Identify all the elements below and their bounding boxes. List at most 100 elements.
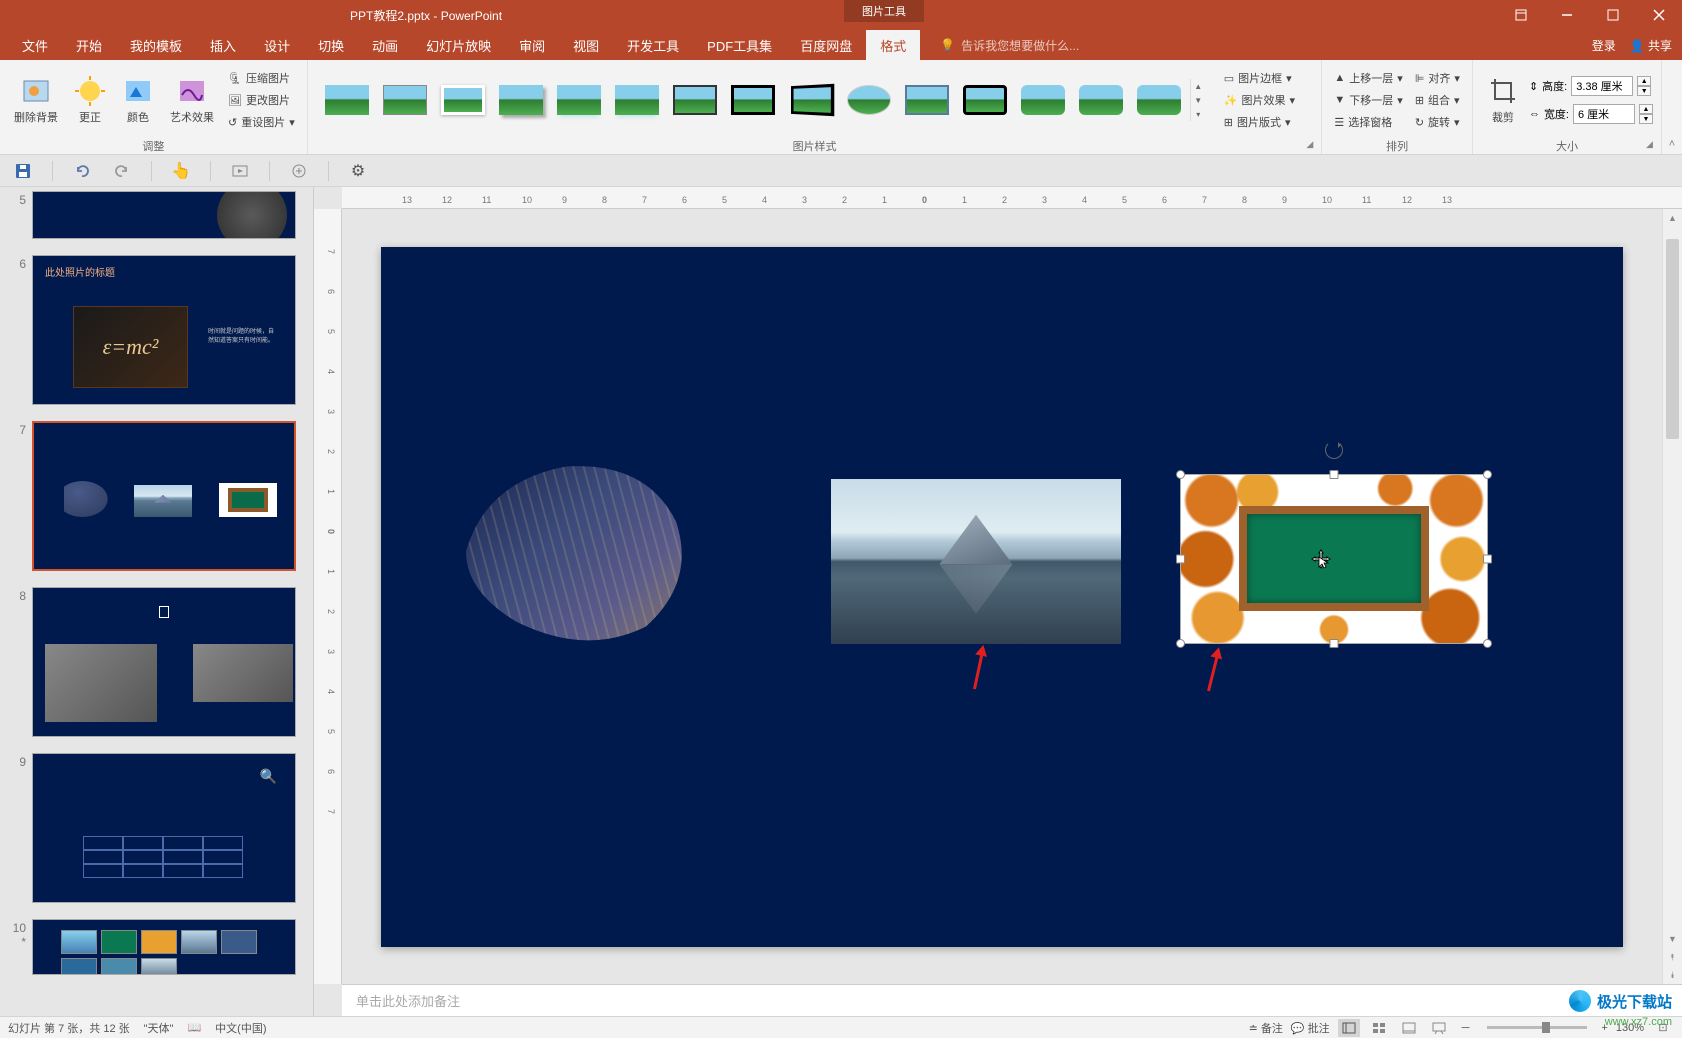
resize-handle-ne[interactable] [1483, 470, 1492, 479]
maximize-button[interactable] [1590, 0, 1636, 30]
tab-slideshow[interactable]: 幻灯片放映 [412, 30, 505, 60]
change-picture-button[interactable]: 🖼更改图片 [224, 90, 299, 110]
comments-toggle[interactable]: 💬 批注 [1291, 1020, 1330, 1036]
picture-border-button[interactable]: ▭图片边框 ▾ [1220, 68, 1299, 88]
tab-format[interactable]: 格式 [866, 30, 920, 60]
bring-forward-button[interactable]: ▲上移一层 ▾ [1330, 68, 1406, 88]
picture-style-14[interactable] [1074, 79, 1128, 121]
undo-button[interactable] [71, 160, 93, 182]
normal-view-button[interactable] [1338, 1019, 1360, 1037]
picture-style-12[interactable] [958, 79, 1012, 121]
tab-animations[interactable]: 动画 [358, 30, 412, 60]
login-link[interactable]: 登录 [1592, 37, 1616, 54]
thumbnail-slide-7[interactable]: 7 [0, 417, 313, 583]
tab-insert[interactable]: 插入 [196, 30, 250, 60]
width-input[interactable] [1573, 104, 1635, 124]
gallery-scroll-down[interactable]: ▼ [1191, 93, 1206, 107]
thumbnail-slide-5[interactable]: 5 [0, 191, 313, 251]
tab-mytemplates[interactable]: 我的模板 [116, 30, 196, 60]
picture-style-7[interactable] [668, 79, 722, 121]
reading-view-button[interactable] [1398, 1019, 1420, 1037]
zoom-slider[interactable] [1487, 1026, 1587, 1029]
resize-handle-se[interactable] [1483, 639, 1492, 648]
thumb-canvas[interactable] [32, 587, 296, 737]
share-button[interactable]: 👤 共享 [1630, 37, 1672, 54]
picture-style-11[interactable] [900, 79, 954, 121]
gallery-scroll-up[interactable]: ▲ [1191, 79, 1206, 93]
slide-image-city[interactable] [466, 462, 696, 642]
thumbnail-slide-6[interactable]: 6 此处照片的标题 ε=mc² 时间就是问题的时候，自然知道答案只有时间能。 [0, 251, 313, 417]
thumb-canvas[interactable] [32, 191, 296, 239]
sorter-view-button[interactable] [1368, 1019, 1390, 1037]
width-up[interactable]: ▲ [1639, 104, 1653, 114]
tab-home[interactable]: 开始 [62, 30, 116, 60]
picture-style-6[interactable] [610, 79, 664, 121]
prev-slide[interactable]: ⯭ [1663, 948, 1682, 966]
scroll-up[interactable]: ▲ [1663, 209, 1682, 227]
resize-handle-n[interactable] [1330, 470, 1339, 479]
picture-style-8[interactable] [726, 79, 780, 121]
thumbnail-slide-9[interactable]: 9 🔍 [0, 749, 313, 915]
slide-thumbnails-panel[interactable]: 5 6 此处照片的标题 ε=mc² 时间就是问题的时候，自然知道答案只有时间能。… [0, 187, 314, 1016]
picture-style-15[interactable] [1132, 79, 1186, 121]
crop-button[interactable]: 裁剪 [1481, 73, 1525, 127]
resize-handle-sw[interactable] [1176, 639, 1185, 648]
tab-review[interactable]: 审阅 [505, 30, 559, 60]
slideshow-view-button[interactable] [1428, 1019, 1450, 1037]
tab-pdftools[interactable]: PDF工具集 [693, 30, 786, 60]
notes-toggle[interactable]: ≐ 备注 [1249, 1020, 1283, 1036]
collapse-ribbon-button[interactable]: ˄ [1662, 60, 1682, 154]
tab-baidu[interactable]: 百度网盘 [786, 30, 866, 60]
notes-pane[interactable]: 单击此处添加备注 [342, 984, 1682, 1016]
picture-style-5[interactable] [552, 79, 606, 121]
rotate-button[interactable]: ↻旋转 ▾ [1411, 112, 1464, 132]
slide-image-mountain[interactable] [831, 479, 1121, 644]
slide-counter[interactable]: 幻灯片 第 7 张，共 12 张 [8, 1020, 130, 1036]
picture-style-4[interactable] [494, 79, 548, 121]
tell-me-search[interactable]: 💡 告诉我您想要做什么... [940, 30, 1079, 60]
height-input[interactable] [1571, 76, 1633, 96]
group-button[interactable]: ⊞组合 ▾ [1411, 90, 1464, 110]
picture-style-1[interactable] [320, 79, 374, 121]
scroll-down[interactable]: ▼ [1663, 930, 1682, 948]
align-button[interactable]: ⊫对齐 ▾ [1411, 68, 1464, 88]
picture-style-10[interactable] [842, 79, 896, 121]
slide-image-chalkboard-selected[interactable] [1181, 475, 1487, 643]
thumb-canvas[interactable] [32, 421, 296, 571]
send-backward-button[interactable]: ▼下移一层 ▾ [1330, 90, 1406, 110]
color-button[interactable]: 颜色 [116, 73, 160, 127]
thumbnail-slide-10[interactable]: 10* [0, 915, 313, 987]
redo-button[interactable] [111, 160, 133, 182]
picture-style-3[interactable] [436, 79, 490, 121]
picture-effects-button[interactable]: ✨图片效果 ▾ [1220, 90, 1299, 110]
tab-developer[interactable]: 开发工具 [613, 30, 693, 60]
thumb-canvas[interactable] [32, 919, 296, 975]
spell-check-icon[interactable]: 📖 [187, 1021, 201, 1034]
ribbon-options-button[interactable] [1498, 0, 1544, 30]
start-from-beginning-button[interactable] [229, 160, 251, 182]
rotate-handle[interactable] [1325, 441, 1343, 459]
tab-transitions[interactable]: 切换 [304, 30, 358, 60]
compress-picture-button[interactable]: 🗜压缩图片 [224, 68, 299, 88]
picture-layout-button[interactable]: ⊞图片版式 ▾ [1220, 112, 1299, 132]
artistic-effects-button[interactable]: 艺术效果 [164, 73, 220, 127]
remove-background-button[interactable]: 删除背景 [8, 73, 64, 127]
height-up[interactable]: ▲ [1637, 76, 1651, 86]
reset-picture-button[interactable]: ↺重设图片 ▾ [224, 112, 299, 132]
width-down[interactable]: ▼ [1639, 114, 1653, 124]
thumb-canvas[interactable]: 此处照片的标题 ε=mc² 时间就是问题的时候，自然知道答案只有时间能。 [32, 255, 296, 405]
gallery-more[interactable]: ▾ [1191, 107, 1206, 121]
touch-mode-button[interactable]: 👆 [170, 160, 192, 182]
selection-pane-button[interactable]: ☰选择窗格 [1330, 112, 1406, 132]
picture-style-2[interactable] [378, 79, 432, 121]
close-button[interactable] [1636, 0, 1682, 30]
tab-design[interactable]: 设计 [250, 30, 304, 60]
save-button[interactable] [12, 160, 34, 182]
slide-canvas[interactable] [381, 247, 1623, 947]
qa-customize-button[interactable]: ⚙ [347, 160, 369, 182]
thumb-canvas[interactable]: 🔍 [32, 753, 296, 903]
resize-handle-w[interactable] [1176, 554, 1185, 563]
size-dialog-launcher[interactable]: ◢ [1646, 139, 1658, 151]
tab-view[interactable]: 视图 [559, 30, 613, 60]
minimize-button[interactable] [1544, 0, 1590, 30]
